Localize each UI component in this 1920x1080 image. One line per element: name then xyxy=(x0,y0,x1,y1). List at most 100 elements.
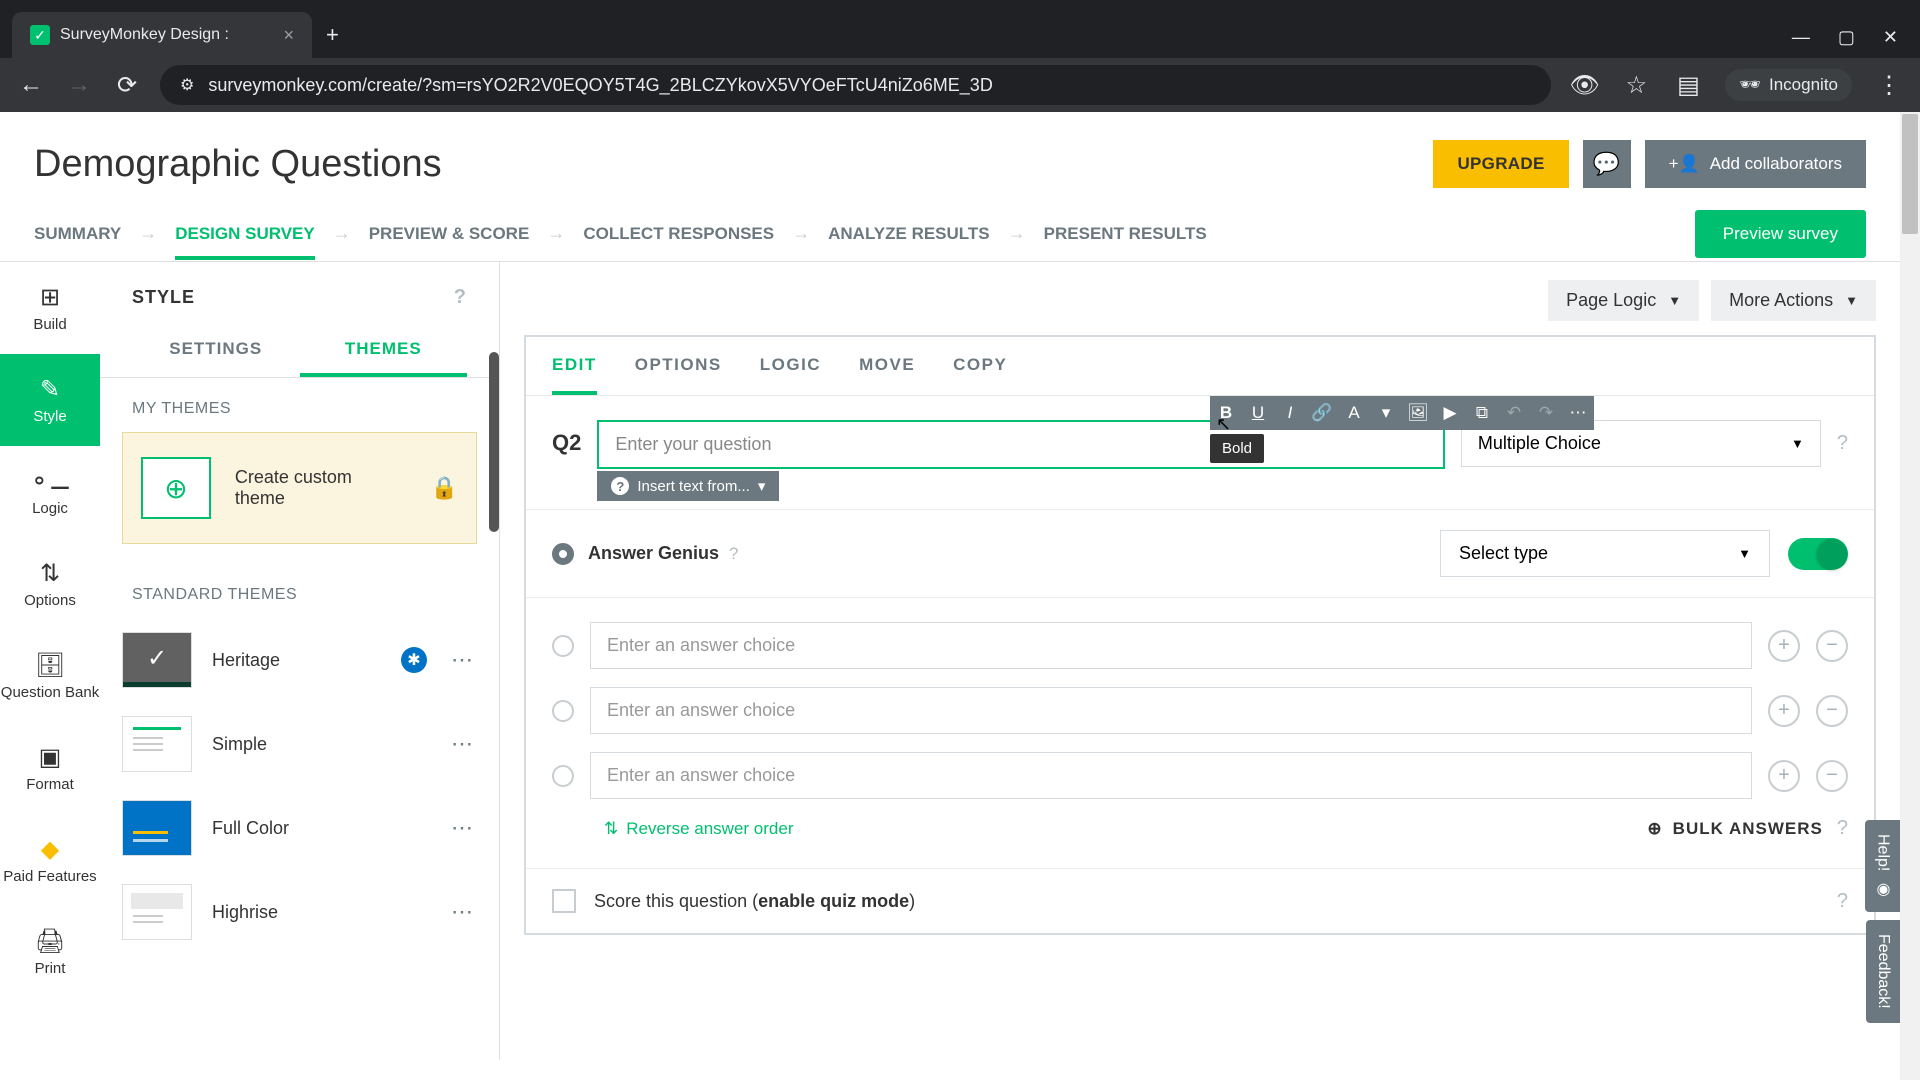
more-actions-dropdown[interactable]: More Actions ▼ xyxy=(1711,280,1876,321)
preview-survey-button[interactable]: Preview survey xyxy=(1695,210,1866,258)
answer-genius-radio[interactable] xyxy=(552,543,574,565)
maximize-icon[interactable]: ▢ xyxy=(1838,27,1855,48)
more-icon[interactable]: ⋯ xyxy=(447,731,477,757)
tab-summary[interactable]: SUMMARY xyxy=(34,208,121,260)
rail-build-label: Build xyxy=(33,316,66,333)
panel-tab-themes[interactable]: THEMES xyxy=(300,325,468,377)
back-icon[interactable]: ← xyxy=(16,71,46,99)
qtab-move[interactable]: MOVE xyxy=(859,355,915,395)
remove-answer-icon[interactable]: − xyxy=(1816,630,1848,662)
text-color-icon[interactable]: A xyxy=(1338,396,1370,430)
rail-print[interactable]: 🖨 Print xyxy=(0,906,100,998)
rail-paid-features[interactable]: ◆ Paid Features xyxy=(0,814,100,906)
browser-tab[interactable]: ✓ SurveyMonkey Design : × xyxy=(12,12,312,58)
help-icon[interactable]: ? xyxy=(729,544,738,564)
page-scrollbar[interactable] xyxy=(1900,112,1920,1080)
add-collaborators-button[interactable]: +👤 Add collaborators xyxy=(1645,140,1866,188)
visibility-off-icon[interactable]: 👁 xyxy=(1569,71,1599,100)
tab-preview-score[interactable]: PREVIEW & SCORE xyxy=(369,208,530,260)
chevron-down-icon: ▼ xyxy=(1791,436,1804,451)
remove-answer-icon[interactable]: − xyxy=(1816,760,1848,792)
qtab-options[interactable]: OPTIONS xyxy=(635,355,722,395)
theme-highrise[interactable]: Highrise ⋯ xyxy=(100,870,499,954)
rail-options[interactable]: ⇅ Options xyxy=(0,538,100,630)
rail-logic[interactable]: ⚬⚊ Logic xyxy=(0,446,100,538)
panel-scrollbar[interactable] xyxy=(489,352,499,532)
answer-radio[interactable] xyxy=(552,765,574,787)
chevron-down-icon[interactable]: ▾ xyxy=(1370,396,1402,430)
tab-analyze-results[interactable]: ANALYZE RESULTS xyxy=(828,208,990,260)
close-tab-icon[interactable]: × xyxy=(283,25,294,46)
tab-present-results[interactable]: PRESENT RESULTS xyxy=(1044,208,1207,260)
url-bar[interactable]: ⚙ surveymonkey.com/create/?sm=rsYO2R2V0E… xyxy=(160,65,1551,105)
incognito-badge[interactable]: 🕶 Incognito xyxy=(1725,69,1852,101)
menu-icon[interactable]: ⋮ xyxy=(1874,71,1904,100)
help-icon[interactable]: ? xyxy=(1837,890,1848,913)
tab-arrow-icon: → xyxy=(1008,223,1026,244)
qtab-logic[interactable]: LOGIC xyxy=(760,355,821,395)
answer-input[interactable] xyxy=(590,687,1752,734)
help-icon[interactable]: ? xyxy=(454,286,467,309)
redo-icon[interactable]: ↷ xyxy=(1530,396,1562,430)
answer-genius-toggle[interactable] xyxy=(1788,538,1848,570)
undo-icon[interactable]: ↶ xyxy=(1498,396,1530,430)
favicon-icon: ✓ xyxy=(30,25,50,45)
reverse-answer-order[interactable]: ⇅ Reverse answer order xyxy=(604,819,794,839)
theme-heritage[interactable]: ✓ Heritage ✱ ⋯ xyxy=(100,618,499,702)
add-answer-icon[interactable]: + xyxy=(1768,630,1800,662)
answer-input[interactable] xyxy=(590,622,1752,669)
insert-text-from-button[interactable]: ? Insert text from... ▾ xyxy=(597,471,779,501)
more-icon[interactable]: ⋯ xyxy=(1562,396,1594,430)
rail-format[interactable]: ▣ Format xyxy=(0,722,100,814)
tab-design-survey[interactable]: DESIGN SURVEY xyxy=(175,208,315,260)
rail-style[interactable]: ✎ Style xyxy=(0,354,100,446)
answer-radio[interactable] xyxy=(552,700,574,722)
site-info-icon[interactable]: ⚙ xyxy=(180,75,194,95)
panel-tab-settings[interactable]: SETTINGS xyxy=(132,325,300,377)
help-icon[interactable]: ? xyxy=(1837,817,1848,840)
rail-build[interactable]: ⊞ Build xyxy=(0,262,100,354)
more-icon[interactable]: ⋯ xyxy=(447,899,477,925)
options-icon: ⇅ xyxy=(40,559,60,588)
help-icon[interactable]: ? xyxy=(1837,432,1848,455)
answer-genius-type-dropdown[interactable]: Select type ▼ xyxy=(1440,530,1770,577)
close-window-icon[interactable]: ✕ xyxy=(1883,27,1898,48)
answer-row: + − xyxy=(552,752,1848,799)
bulk-answers-button[interactable]: ⊕ BULK ANSWERS xyxy=(1647,819,1822,839)
upgrade-button[interactable]: UPGRADE xyxy=(1433,140,1568,188)
create-custom-theme[interactable]: ⊕ Create custom theme 🔒 xyxy=(122,432,477,544)
minimize-icon[interactable]: — xyxy=(1792,27,1810,48)
feedback-tab[interactable]: Feedback! xyxy=(1866,920,1900,1023)
add-answer-icon[interactable]: + xyxy=(1768,695,1800,727)
answer-input[interactable] xyxy=(590,752,1752,799)
reload-icon[interactable]: ⟳ xyxy=(112,71,142,100)
side-panel-icon[interactable]: ▤ xyxy=(1673,71,1703,100)
theme-simple[interactable]: Simple ⋯ xyxy=(100,702,499,786)
qtab-copy[interactable]: COPY xyxy=(953,355,1007,395)
help-dot-icon: ◉ xyxy=(1873,879,1892,898)
image-icon[interactable]: 🖼 xyxy=(1402,396,1434,430)
video-icon[interactable]: ▶ xyxy=(1434,396,1466,430)
link-icon[interactable]: 🔗 xyxy=(1306,396,1338,430)
italic-icon[interactable]: I xyxy=(1274,396,1306,430)
underline-icon[interactable]: U xyxy=(1242,396,1274,430)
help-tab[interactable]: Help! ◉ xyxy=(1865,820,1900,912)
score-question-checkbox[interactable] xyxy=(552,889,576,913)
more-icon[interactable]: ⋯ xyxy=(447,815,477,841)
embed-icon[interactable]: ⧉ xyxy=(1466,396,1498,430)
rail-question-bank[interactable]: 🗄 Question Bank xyxy=(0,630,100,722)
answer-radio[interactable] xyxy=(552,635,574,657)
more-icon[interactable]: ⋯ xyxy=(447,647,477,673)
chevron-down-icon: ▼ xyxy=(1668,293,1681,308)
add-answer-icon[interactable]: + xyxy=(1768,760,1800,792)
tab-collect-responses[interactable]: COLLECT RESPONSES xyxy=(583,208,774,260)
bookmark-icon[interactable]: ☆ xyxy=(1621,71,1651,100)
theme-full-color[interactable]: Full Color ⋯ xyxy=(100,786,499,870)
new-tab-button[interactable]: + xyxy=(326,22,339,48)
remove-answer-icon[interactable]: − xyxy=(1816,695,1848,727)
page-logic-dropdown[interactable]: Page Logic ▼ xyxy=(1548,280,1699,321)
accessibility-icon[interactable]: ✱ xyxy=(401,647,427,673)
survey-title[interactable]: Demographic Questions xyxy=(34,143,442,186)
chat-button[interactable]: 💬 xyxy=(1583,140,1631,188)
qtab-edit[interactable]: EDIT xyxy=(552,355,597,395)
